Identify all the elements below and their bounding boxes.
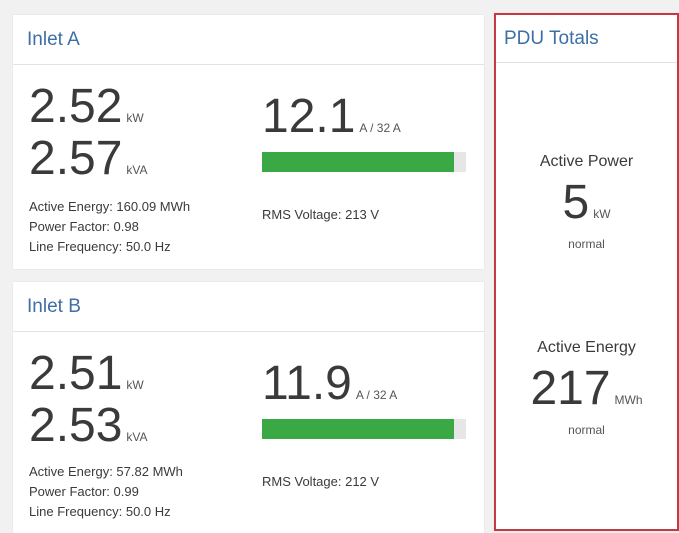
inlet-a-card: Inlet A 2.52 kW 2.57 kVA Active Energy: …	[13, 15, 484, 269]
total-active-energy-value: 217	[530, 362, 611, 415]
inlet-a-active-power: 2.52 kW	[29, 83, 144, 131]
total-active-energy-reading: 217 MWh	[496, 365, 677, 413]
total-active-power: Active Power 5 kW normal	[496, 153, 677, 251]
inlet-a-apparent-value: 2.57	[29, 132, 123, 185]
inlet-a-power-unit: kW	[126, 111, 144, 125]
inlet-b-current-value: 11.9	[262, 357, 352, 410]
inlet-b-line-frequency: Line Frequency: 50.0 Hz	[29, 504, 171, 519]
total-active-energy-unit: MWh	[614, 393, 643, 407]
total-active-power-unit: kW	[593, 207, 611, 221]
inlet-a-power-factor: Power Factor: 0.98	[29, 219, 139, 234]
inlet-a-current-unit: A / 32 A	[359, 121, 401, 135]
total-active-energy: Active Energy 217 MWh normal	[496, 339, 677, 437]
inlet-b-active-power: 2.51 kW	[29, 350, 144, 398]
inlet-a-apparent-unit: kVA	[126, 163, 148, 177]
total-active-power-label: Active Power	[539, 153, 634, 170]
inlet-a-rms-voltage: RMS Voltage: 213 V	[262, 207, 380, 222]
total-active-energy-status: normal	[568, 423, 605, 437]
pdu-totals-card: PDU Totals Active Power 5 kW normal Acti…	[494, 13, 679, 531]
total-active-power-value: 5	[562, 176, 590, 229]
total-active-power-status: normal	[568, 237, 605, 251]
inlet-b-power-unit: kW	[126, 378, 144, 392]
inlet-b-current-bar	[262, 419, 466, 439]
inlet-b-power-value: 2.51	[29, 347, 123, 400]
inlet-b-apparent-value: 2.53	[29, 399, 123, 452]
inlet-a-active-energy: Active Energy: 160.09 MWh	[29, 199, 191, 214]
inlet-b-current: 11.9 A / 32 A	[262, 360, 397, 408]
inlet-b-rms-voltage: RMS Voltage: 212 V	[262, 474, 380, 489]
inlet-a-current-bar-fill	[262, 152, 454, 172]
total-active-energy-label: Active Energy	[537, 339, 636, 356]
inlet-b-card: Inlet B 2.51 kW 2.53 kVA Active Energy: …	[13, 282, 484, 533]
inlet-a-power-value: 2.52	[29, 80, 123, 133]
inlet-b-active-energy: Active Energy: 57.82 MWh	[29, 464, 183, 479]
inlet-b-title[interactable]: Inlet B	[13, 282, 484, 332]
inlet-b-apparent-unit: kVA	[126, 430, 148, 444]
inlet-b-current-bar-fill	[262, 419, 454, 439]
pdu-totals-title[interactable]: PDU Totals	[496, 15, 677, 63]
inlet-a-line-frequency: Line Frequency: 50.0 Hz	[29, 239, 171, 254]
inlet-b-details: Active Energy: 57.82 MWh Power Factor: 0…	[29, 462, 183, 522]
inlet-a-current-value: 12.1	[262, 90, 356, 143]
total-active-power-reading: 5 kW	[496, 179, 677, 227]
inlet-b-current-unit: A / 32 A	[355, 388, 398, 402]
inlet-b-apparent-power: 2.53 kVA	[29, 402, 148, 450]
inlet-a-apparent-power: 2.57 kVA	[29, 135, 148, 183]
inlet-a-title[interactable]: Inlet A	[13, 15, 484, 65]
inlet-a-current-bar	[262, 152, 466, 172]
inlet-a-details: Active Energy: 160.09 MWh Power Factor: …	[29, 197, 190, 257]
inlet-b-power-factor: Power Factor: 0.99	[29, 484, 139, 499]
inlet-a-current: 12.1 A / 32 A	[262, 93, 401, 141]
